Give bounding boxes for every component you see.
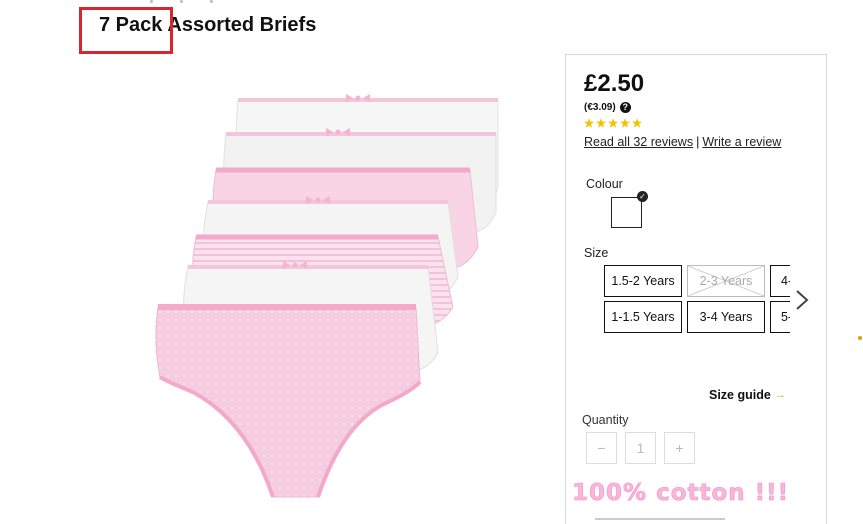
quantity-label: Quantity	[582, 413, 629, 427]
quantity-increase-button[interactable]: +	[664, 432, 695, 464]
size-option-1-5-2[interactable]: 1.5-2 Years	[604, 265, 682, 297]
size-option-5[interactable]: 5-	[770, 301, 790, 333]
purchase-panel: £2.50 (€3.09) ? Read all 32 reviews | Writ…	[565, 54, 827, 524]
star-icon	[596, 118, 606, 128]
pack-highlight-box	[79, 7, 173, 54]
size-option-4[interactable]: 4-	[770, 265, 790, 297]
size-options: 1.5-2 Years 2-3 Years 4- 1-1.5 Years 3-4…	[604, 265, 790, 337]
title-product-name: Assorted Briefs	[167, 14, 317, 36]
star-icon	[608, 118, 618, 128]
quantity-stepper: − 1 +	[586, 432, 695, 464]
size-option-1-1-5[interactable]: 1-1.5 Years	[604, 301, 682, 333]
quantity-decrease-button[interactable]: −	[586, 432, 617, 464]
size-label: Size	[584, 246, 609, 260]
price: £2.50	[584, 70, 645, 97]
review-separator: |	[696, 135, 700, 149]
size-option-2-3: 2-3 Years	[687, 265, 765, 297]
alt-currency-row: (€3.09) ?	[584, 102, 631, 113]
size-guide-label: Size guide	[709, 388, 771, 402]
offscreen-marker	[858, 336, 862, 340]
colour-swatch-white[interactable]	[611, 197, 642, 228]
breadcrumb-remnant	[150, 0, 240, 4]
cotton-overlay-text: 100% cotton !!!	[572, 480, 790, 507]
alt-price: (€3.09)	[584, 102, 616, 113]
size-guide-link[interactable]: Size guide →	[709, 388, 786, 402]
size-option-3-4[interactable]: 3-4 Years	[687, 301, 765, 333]
quantity-input[interactable]: 1	[625, 432, 656, 464]
star-icon	[620, 118, 630, 128]
rating-stars	[584, 118, 642, 128]
write-review-link[interactable]: Write a review	[702, 135, 781, 149]
arrow-right-icon: →	[774, 389, 786, 401]
read-reviews-link[interactable]: Read all 32 reviews	[584, 135, 693, 149]
help-icon[interactable]: ?	[619, 102, 631, 113]
product-image[interactable]	[148, 92, 508, 517]
chevron-right-icon[interactable]	[795, 289, 809, 311]
briefs-illustration	[155, 94, 499, 498]
selected-check-icon: ✓	[637, 191, 648, 202]
review-links: Read all 32 reviews | Write a review	[584, 135, 781, 149]
colour-label: Colour	[586, 177, 623, 191]
star-icon	[632, 118, 642, 128]
star-icon	[584, 118, 594, 128]
